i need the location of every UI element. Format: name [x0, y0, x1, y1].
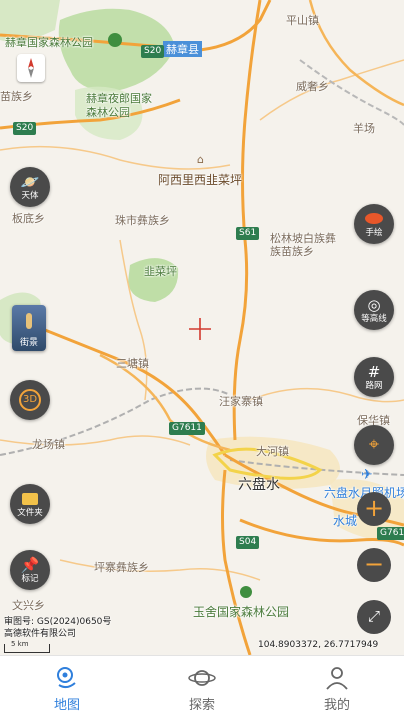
celestial-label: 天体	[21, 191, 39, 201]
mark-button[interactable]: 📌 标记	[10, 550, 50, 590]
map-label-dahe: 大河镇	[256, 445, 289, 458]
map-label-longchang: 龙场镇	[32, 438, 65, 451]
map-label-pingshan: 平山镇	[286, 14, 319, 27]
map-view[interactable]: 赫章国家森林公园 赫章县 平山镇 威奢乡 羊场 苗族乡 赫章夜郎国家森林公园 阿…	[0, 0, 404, 655]
three-d-icon: 3D	[19, 389, 41, 411]
folder-label: 文件夹	[17, 508, 43, 518]
tab-explore[interactable]: 探索	[135, 656, 269, 721]
scale-bar: 5 km	[4, 640, 50, 653]
street-view-icon	[26, 313, 32, 329]
zoom-in-button[interactable]: +	[357, 492, 391, 526]
map-label-liupanshui: 六盘水	[238, 477, 280, 493]
map-label-weishe: 威奢乡	[296, 80, 329, 93]
copyright: 高德软件有限公司	[4, 629, 77, 639]
map-label-wenshan: 文兴乡	[12, 599, 45, 612]
locate-icon: ⌖	[368, 434, 380, 455]
folder-icon	[10, 490, 50, 508]
road-network-button[interactable]: # 路网	[354, 357, 394, 397]
road-shield: G7611	[377, 527, 404, 540]
map-label-pingzhai: 坪寨彝族乡	[94, 561, 149, 574]
tab-map[interactable]: 地图	[0, 656, 134, 721]
park-icon[interactable]	[240, 586, 252, 598]
celestial-button[interactable]: 🪐 天体	[10, 167, 50, 207]
road-shield: S61	[236, 227, 260, 240]
grid-icon: #	[367, 363, 381, 381]
user-icon	[326, 667, 348, 690]
scale-label: 5 km	[11, 640, 29, 648]
mark-label: 标记	[21, 574, 39, 584]
hand-drawn-button[interactable]: 手绘	[354, 204, 394, 244]
map-label-axilixi: 阿西里西韭菜坪	[158, 173, 243, 187]
tab-mine-label: 我的	[323, 698, 350, 713]
bottom-tab-bar: 地图 探索 我的	[0, 655, 404, 721]
pin-icon: 📌	[20, 556, 40, 574]
planet-icon: 🪐	[20, 173, 40, 191]
planet-icon	[188, 670, 216, 686]
coordinates: 104.8903372, 26.7717949	[258, 640, 379, 650]
street-view-label: 街景	[19, 338, 38, 348]
hand-drawn-label: 手绘	[365, 228, 383, 238]
expand-icon: ⤢	[367, 607, 380, 625]
map-label-miaobu: 苗族乡	[0, 90, 33, 103]
map-label-wangjiazhai: 汪家寨镇	[219, 395, 263, 408]
map-label-hezhang-forest-park: 赫章国家森林公园	[5, 36, 93, 49]
road-shield: S20	[141, 45, 165, 58]
map-label-yangchang: 羊场	[353, 122, 375, 135]
map-pin-icon	[57, 667, 76, 689]
map-canvas	[0, 0, 404, 655]
fullscreen-button[interactable]: ⤢	[357, 600, 391, 634]
tab-explore-label: 探索	[188, 698, 215, 713]
zoom-out-button[interactable]: −	[357, 548, 391, 582]
contour-icon: ◎	[367, 296, 381, 314]
contour-label: 等高线	[361, 314, 387, 324]
road-shield: S20	[13, 122, 37, 135]
locate-button[interactable]: ⌖	[354, 425, 394, 465]
road-shield: S04	[236, 536, 260, 549]
road-shield: G7611	[169, 422, 205, 435]
map-label-bandi: 板底乡	[12, 212, 45, 225]
contour-button[interactable]: ◎ 等高线	[354, 290, 394, 330]
road-network-label: 路网	[365, 381, 383, 391]
scenic-spot-icon[interactable]: ⌂	[197, 153, 204, 166]
plus-icon: +	[363, 494, 385, 522]
map-label-zhushi: 珠市彝族乡	[115, 214, 170, 227]
hand-drawn-icon	[354, 210, 394, 228]
street-view-button[interactable]: 街景	[12, 305, 46, 351]
map-label-yushe-forest: 玉舍国家森林公园	[193, 605, 290, 619]
map-label-sanba: 三塘镇	[116, 357, 149, 370]
map-label-hezhang-night-park: 赫章夜郎国家森林公园	[86, 92, 152, 119]
park-icon[interactable]	[108, 33, 122, 47]
compass-button[interactable]	[17, 54, 45, 82]
compass-icon	[28, 58, 34, 78]
map-label-songlinpo: 松林坡白族彝族苗族乡	[270, 232, 336, 258]
map-label-jiucaiping: 韭菜坪	[144, 265, 177, 278]
minus-icon: −	[363, 550, 385, 578]
airplane-icon[interactable]: ✈	[361, 467, 373, 483]
folder-button[interactable]: 文件夹	[10, 484, 50, 524]
tab-mine[interactable]: 我的	[270, 656, 404, 721]
map-label-shuicheng: 水城	[333, 514, 358, 528]
tab-map-label: 地图	[53, 698, 80, 713]
map-label-hezhang-county: 赫章县	[163, 41, 202, 57]
three-d-button[interactable]: 3D	[10, 380, 50, 420]
